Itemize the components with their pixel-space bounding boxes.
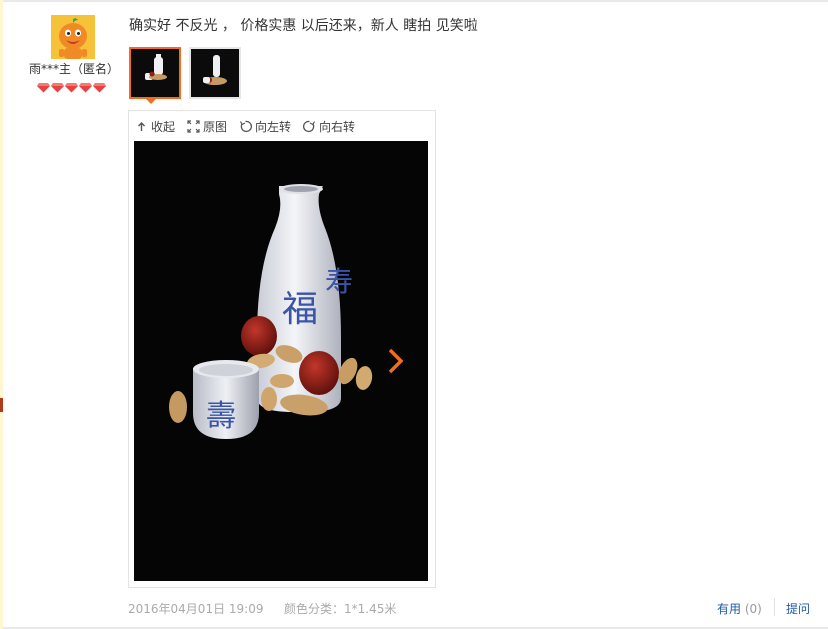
svg-text:福: 福 [282, 289, 318, 330]
svg-text:寿: 寿 [325, 265, 353, 298]
active-thumbnail-pointer [145, 98, 157, 104]
diamond-level-icon [93, 83, 106, 93]
review-date: 2016年04月01日 19:09 [128, 602, 264, 616]
avatar[interactable] [51, 15, 95, 59]
user-level-badges [37, 82, 106, 93]
collapse-button[interactable]: 收起 [135, 117, 175, 135]
diamond-level-icon [37, 83, 50, 93]
edge-marker [0, 398, 3, 412]
photo-viewer: 收起 原图 向左转 向右转 福 寿 壽 [128, 110, 436, 588]
diamond-level-icon [51, 83, 64, 93]
cartoon-mascot-icon [51, 15, 95, 59]
svg-text:壽: 壽 [206, 399, 236, 434]
diamond-level-icon [79, 83, 92, 93]
thumbnail-photo-image [131, 49, 179, 97]
collapse-arrow-icon [138, 121, 145, 131]
left-edge-strip [0, 0, 3, 629]
sku-value: 1*1.45米 [344, 602, 397, 616]
sku-label: 颜色分类： [284, 602, 345, 616]
useful-count: (0) [744, 602, 762, 616]
photo-toolbar: 收起 原图 向左转 向右转 [135, 117, 355, 135]
rotate-left-label: 向左转 [255, 119, 292, 134]
photo-thumbnails [129, 47, 241, 99]
rotate-right-button[interactable]: 向右转 [303, 117, 355, 135]
expand-icon [187, 119, 200, 133]
rotate-right-label: 向右转 [319, 119, 356, 134]
photo-thumbnail-1[interactable] [129, 47, 181, 99]
rotate-left-icon [240, 120, 253, 132]
photo-thumbnail-2[interactable] [189, 47, 241, 99]
rotate-left-button[interactable]: 向左转 [239, 117, 291, 135]
thumbnail-photo-image [191, 49, 239, 97]
useful-label: 有用 [717, 602, 742, 616]
next-photo-arrow-icon[interactable] [384, 346, 408, 376]
username: 雨***主（匿名） [28, 62, 119, 76]
action-divider [774, 598, 775, 616]
review-text: 确实好 不反光 ， 价格实惠 以后还来，新人 瞎拍 见笑啦 [129, 18, 478, 34]
review-photo[interactable]: 福 寿 壽 [134, 141, 428, 581]
original-image-label: 原图 [203, 119, 228, 134]
collapse-label: 收起 [151, 119, 176, 134]
original-image-button[interactable]: 原图 [187, 117, 227, 135]
diamond-level-icon [65, 83, 78, 93]
useful-button[interactable]: 有用 (0) [717, 600, 762, 617]
ask-question-button[interactable]: 提问 [786, 600, 810, 617]
rotate-right-icon [303, 120, 316, 132]
sku-info: 颜色分类：1*1.45米 [284, 600, 396, 617]
top-border [0, 0, 828, 2]
